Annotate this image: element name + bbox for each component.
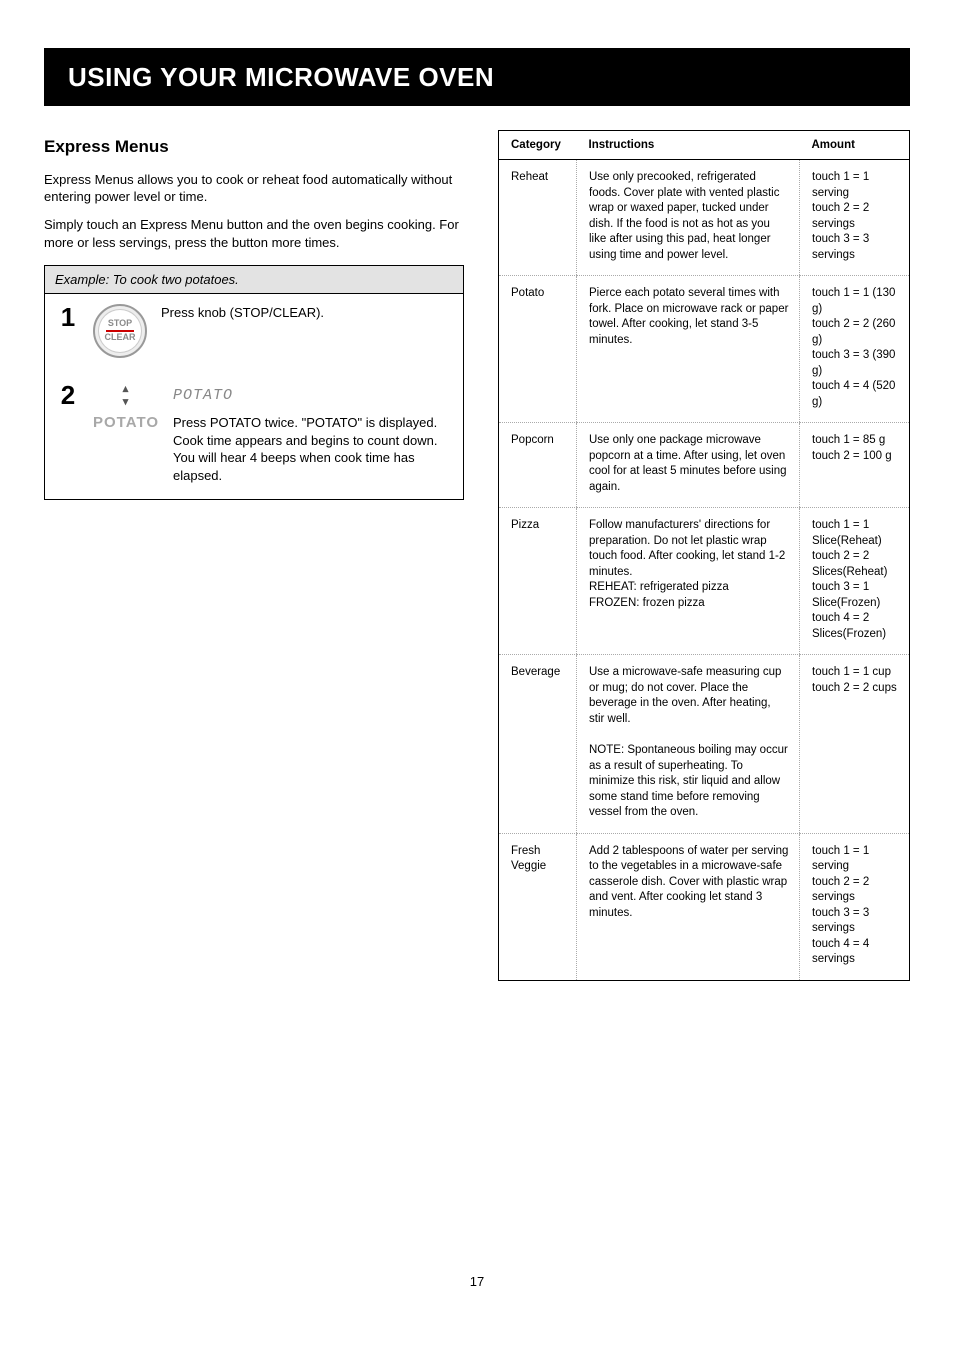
- cell-category: Popcorn: [499, 423, 577, 508]
- step-1-text: Press knob (STOP/CLEAR).: [161, 304, 451, 322]
- knob-label-stop: STOP: [108, 319, 132, 329]
- col-category: Category: [499, 131, 577, 160]
- step-number-1: 1: [57, 304, 79, 330]
- table-row: Fresh VeggieAdd 2 tablespoons of water p…: [499, 833, 910, 980]
- step-2-display: POTATO: [173, 386, 451, 406]
- example-step-1: 1 STOP CLEAR Press knob (STOP/CLEAR).: [45, 294, 463, 372]
- cell-amount: touch 1 = 1 serving touch 2 = 2 servings…: [800, 833, 910, 980]
- cell-amount: touch 1 = 1 (130 g) touch 2 = 2 (260 g) …: [800, 276, 910, 423]
- express-menus-table: Category Instructions Amount ReheatUse o…: [498, 130, 910, 981]
- cell-amount: touch 1 = 1 cup touch 2 = 2 cups: [800, 655, 910, 833]
- cell-instructions: Use a microwave-safe measuring cup or mu…: [577, 655, 800, 833]
- section-header: USING YOUR MICROWAVE OVEN: [44, 48, 910, 106]
- express-menus-heading: Express Menus: [44, 136, 464, 159]
- potato-button-icon: ▴▾ POTATO: [93, 382, 159, 431]
- table-row: ReheatUse only precooked, refrigerated f…: [499, 160, 910, 276]
- cell-instructions: Add 2 tablespoons of water per serving t…: [577, 833, 800, 980]
- cell-amount: touch 1 = 1 serving touch 2 = 2 servings…: [800, 160, 910, 276]
- cell-amount: touch 1 = 85 g touch 2 = 100 g: [800, 423, 910, 508]
- step-2-text: Press POTATO twice. "POTATO" is displaye…: [173, 414, 451, 484]
- cell-category: Reheat: [499, 160, 577, 276]
- step-number-2: 2: [57, 382, 79, 408]
- potato-button-label: POTATO: [93, 414, 159, 431]
- col-amount: Amount: [800, 131, 910, 160]
- example-steps-box: Example: To cook two potatoes. 1 STOP CL…: [44, 265, 464, 499]
- step-2-body: POTATO Press POTATO twice. "POTATO" is d…: [173, 382, 451, 484]
- intro-paragraph-1: Express Menus allows you to cook or rehe…: [44, 171, 464, 206]
- table-row: PizzaFollow manufacturers' directions fo…: [499, 508, 910, 655]
- cell-instructions: Use only precooked, refrigerated foods. …: [577, 160, 800, 276]
- cell-instructions: Use only one package microwave popcorn a…: [577, 423, 800, 508]
- cell-instructions: Pierce each potato several times with fo…: [577, 276, 800, 423]
- col-instructions: Instructions: [577, 131, 800, 160]
- example-step-2: 2 ▴▾ POTATO POTATO Press POTATO twice. "…: [45, 372, 463, 498]
- stop-clear-knob-icon: STOP CLEAR: [93, 304, 147, 358]
- knob-label-clear: CLEAR: [105, 333, 136, 343]
- cell-category: Beverage: [499, 655, 577, 833]
- cell-amount: touch 1 = 1 Slice(Reheat) touch 2 = 2 Sl…: [800, 508, 910, 655]
- cell-instructions: Follow manufacturers' directions for pre…: [577, 508, 800, 655]
- cell-category: Fresh Veggie: [499, 833, 577, 980]
- section-title: USING YOUR MICROWAVE OVEN: [68, 62, 494, 93]
- page-number: 17: [0, 1274, 954, 1289]
- cell-category: Potato: [499, 276, 577, 423]
- table-row: PotatoPierce each potato several times w…: [499, 276, 910, 423]
- updown-arrow-icon: ▴▾: [123, 382, 130, 408]
- table-row: PopcornUse only one package microwave po…: [499, 423, 910, 508]
- intro-paragraph-2: Simply touch an Express Menu button and …: [44, 216, 464, 251]
- cell-category: Pizza: [499, 508, 577, 655]
- table-row: BeverageUse a microwave-safe measuring c…: [499, 655, 910, 833]
- example-heading: Example: To cook two potatoes.: [45, 266, 463, 294]
